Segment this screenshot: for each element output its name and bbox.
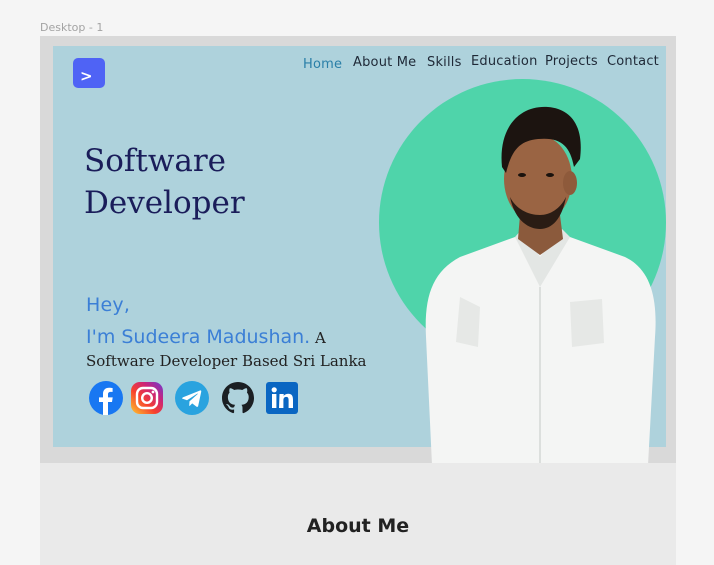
about-section: About Me xyxy=(40,463,676,565)
nav-about-me[interactable]: About Me xyxy=(353,55,416,70)
facebook-icon[interactable] xyxy=(89,381,123,415)
developer-name: I'm Sudeera Madushan. xyxy=(86,326,311,348)
frame-label: Desktop - 1 xyxy=(40,21,104,34)
hero-title-line1: Software xyxy=(84,143,227,179)
profile-photo xyxy=(425,106,656,465)
nav-home[interactable]: Home xyxy=(303,57,342,72)
github-icon[interactable] xyxy=(221,381,255,415)
hero-title-line2: Developer xyxy=(84,185,245,221)
instagram-icon[interactable] xyxy=(130,381,164,415)
nav-projects[interactable]: Projects xyxy=(545,54,598,69)
nav-education[interactable]: Education xyxy=(471,54,538,69)
greeting: Hey, xyxy=(86,294,131,316)
intro-text: I'm Sudeera Madushan. A Software Develop… xyxy=(86,326,386,373)
telegram-icon[interactable] xyxy=(175,381,209,415)
linkedin-icon[interactable] xyxy=(265,381,299,415)
about-heading: About Me xyxy=(306,515,410,537)
nav-skills[interactable]: Skills xyxy=(427,55,462,70)
hero-title: Software Developer xyxy=(84,140,245,224)
nav-contact[interactable]: Contact xyxy=(607,54,659,69)
desktop-frame: > Home About Me Skills Education Project… xyxy=(40,36,676,565)
top-nav: Home About Me Skills Education Projects … xyxy=(53,54,666,76)
